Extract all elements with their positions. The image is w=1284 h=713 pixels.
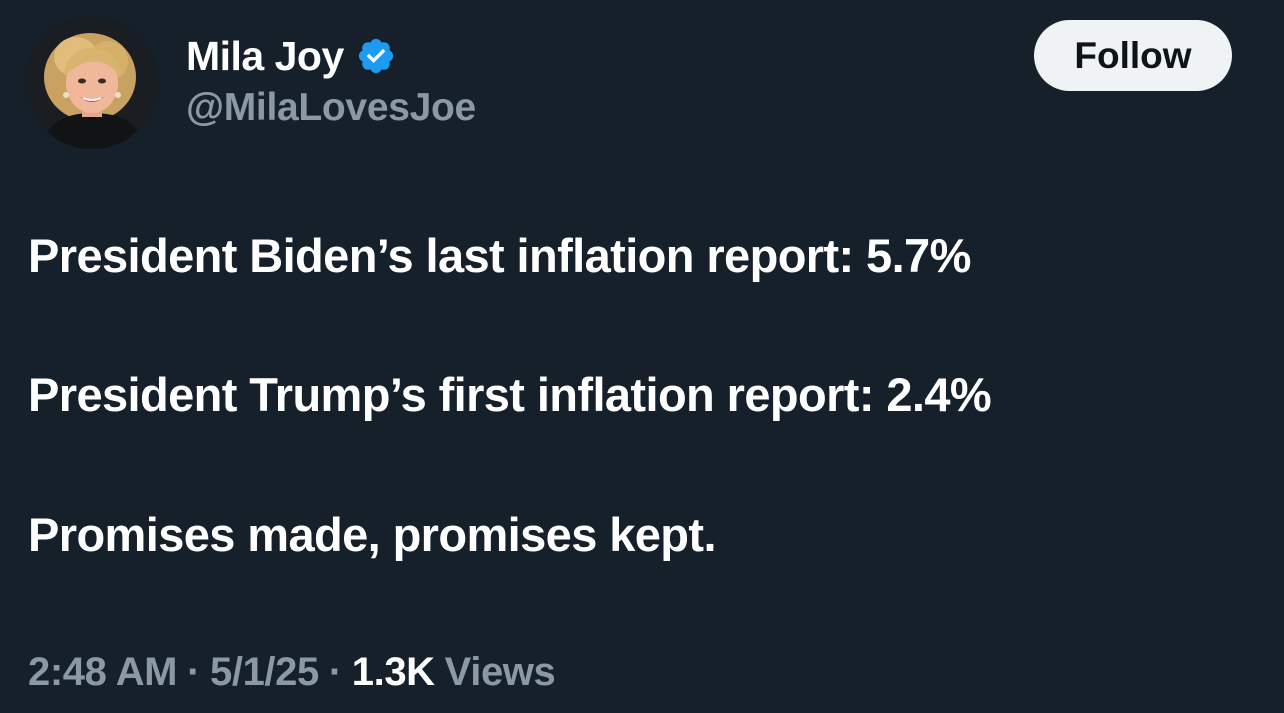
meta-separator: · [187,650,201,694]
tweet-text-line: President Trump’s first inflation report… [28,368,992,421]
tweet-time[interactable]: 2:48 AM [28,650,178,695]
tweet-text-line: Promises made, promises kept. [28,508,717,561]
tweet-meta: 2:48 AM · 5/1/25 · 1.3K Views [28,650,556,695]
avatar[interactable] [26,17,158,149]
views-label: Views [444,650,556,694]
tweet-text-line: President Biden’s last inflation report:… [28,229,971,282]
user-name-row: Mila Joy [186,30,396,82]
meta-separator: · [328,650,342,694]
follow-button[interactable]: Follow [1034,20,1232,91]
avatar-image [26,17,158,149]
display-name[interactable]: Mila Joy [186,33,344,80]
views-count[interactable]: 1.3K [352,650,435,695]
tweet-card: Mila Joy @MilaLovesJoe Follow President … [0,0,1284,713]
tweet-date[interactable]: 5/1/25 [210,650,319,695]
verified-badge-icon[interactable] [356,36,396,76]
user-handle[interactable]: @MilaLovesJoe [186,86,476,130]
